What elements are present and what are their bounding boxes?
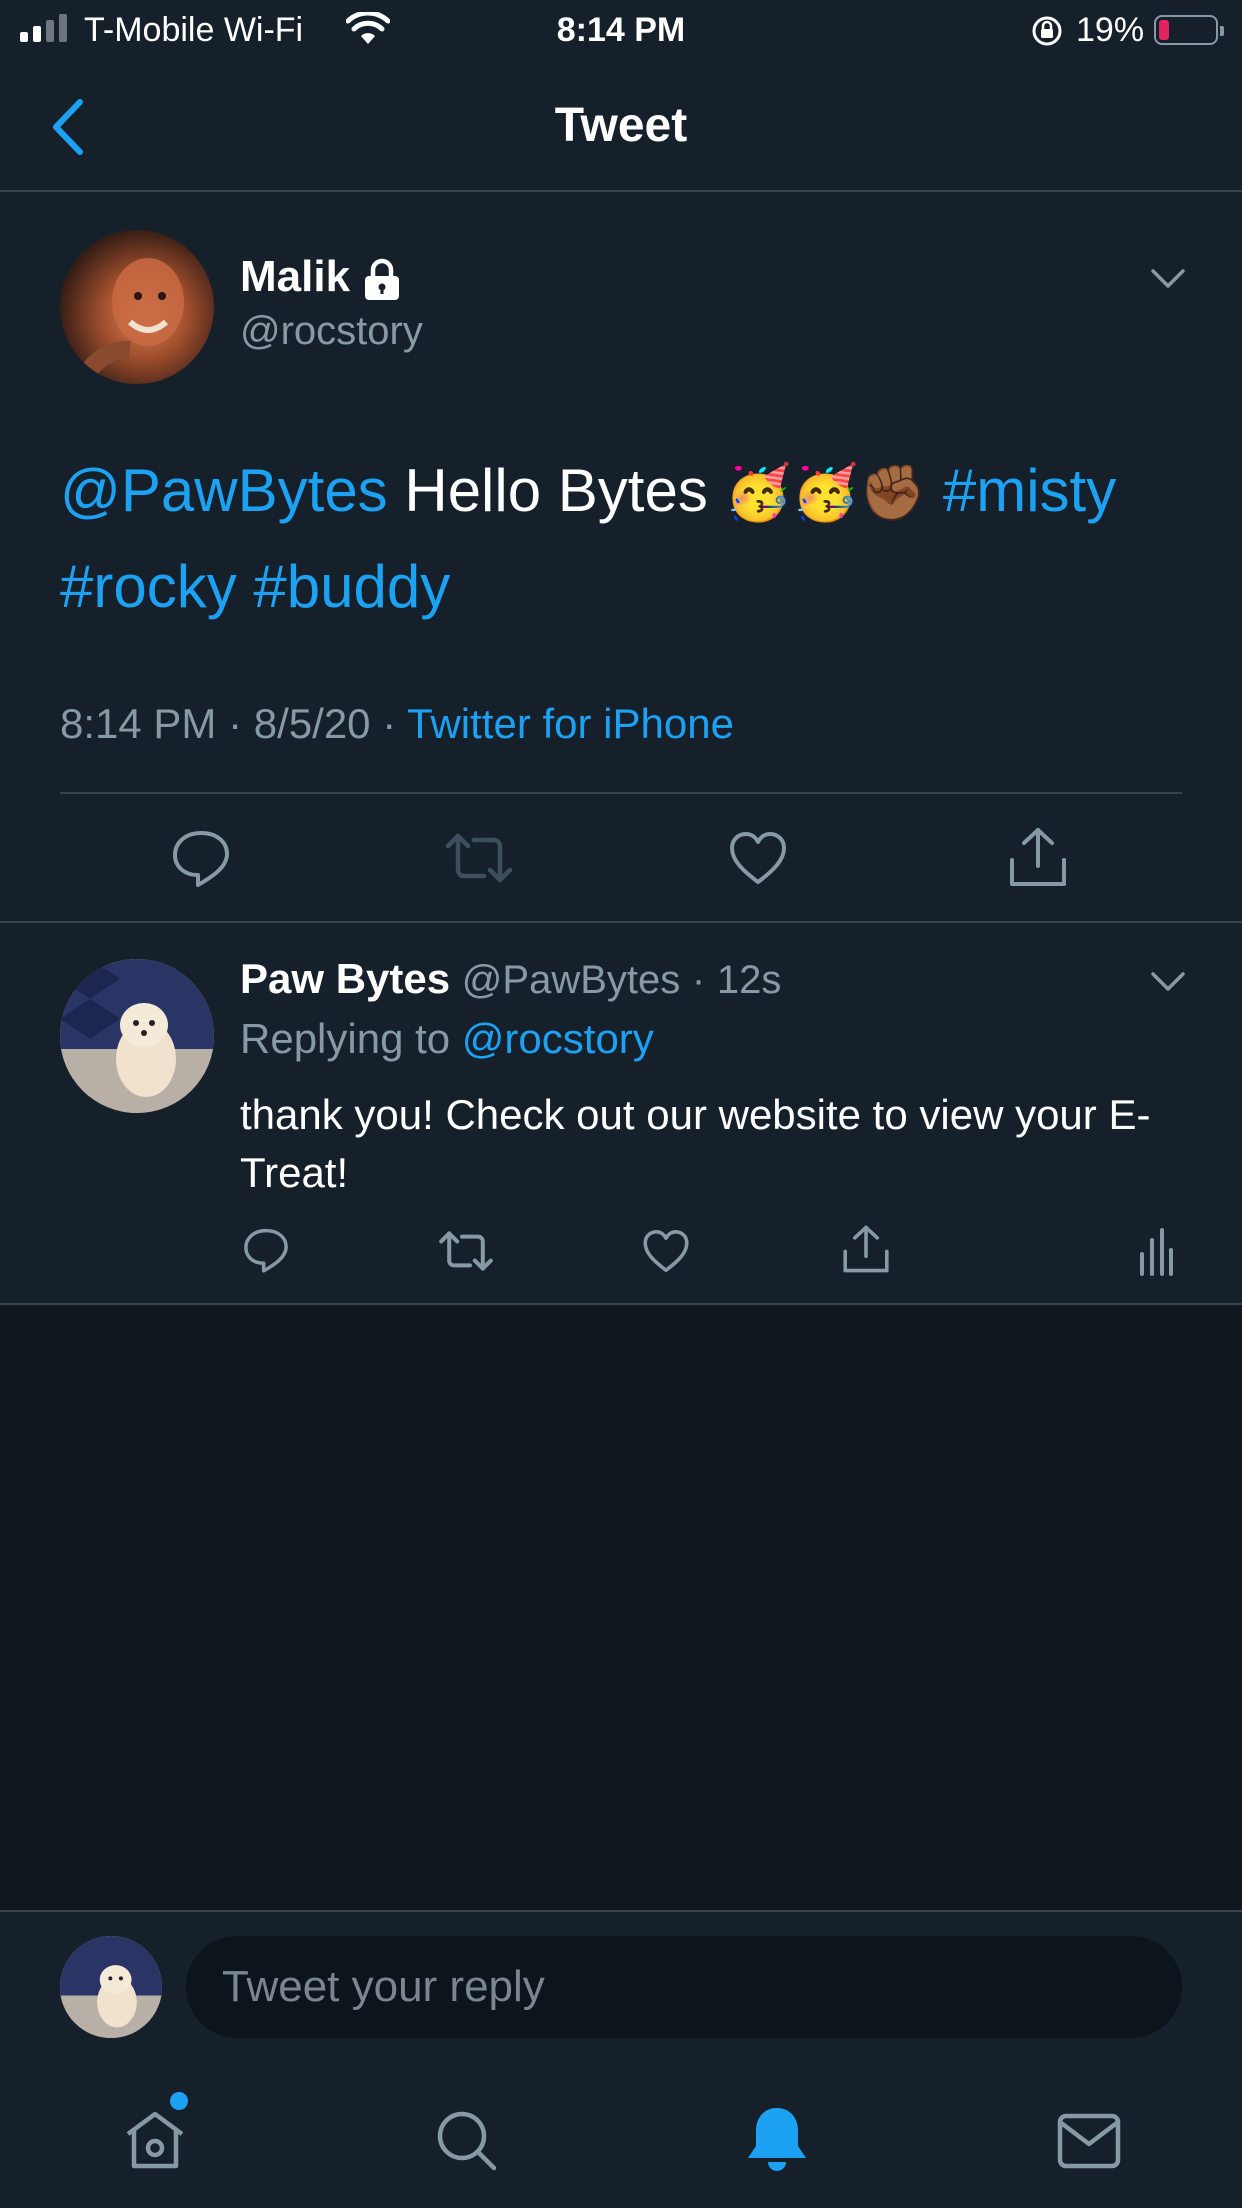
author-name[interactable]: Malik xyxy=(240,252,350,302)
bottom-bar xyxy=(0,1910,1242,2208)
reply-icon[interactable] xyxy=(170,828,232,888)
retweet-icon[interactable] xyxy=(438,1228,494,1274)
reply-text: thank you! Check out our website to view… xyxy=(240,1091,1151,1196)
nav-header: Tweet xyxy=(0,62,1242,192)
hashtag-link[interactable]: #misty xyxy=(943,457,1116,524)
reply-icon[interactable] xyxy=(242,1226,290,1274)
divider xyxy=(60,792,1182,794)
chevron-down-icon[interactable] xyxy=(1150,268,1186,290)
share-icon[interactable] xyxy=(842,1224,890,1274)
reply-header: Paw Bytes @PawBytes · 12s xyxy=(240,955,781,1003)
separator-dot: · xyxy=(382,700,397,747)
replying-to-label: Replying to xyxy=(240,1015,451,1062)
chevron-down-icon[interactable] xyxy=(1150,971,1186,993)
tweet-text: @PawBytes Hello Bytes 🥳🥳✊🏾 #misty #rocky… xyxy=(60,444,1190,634)
status-bar: T-Mobile Wi-Fi 8:14 PM 19% xyxy=(0,0,1242,62)
rotation-lock-icon xyxy=(1032,16,1062,46)
tweet-emojis: 🥳🥳✊🏾 xyxy=(724,461,927,524)
notification-dot xyxy=(170,2092,188,2110)
tweet-body-text: Hello Bytes xyxy=(387,457,725,524)
search-icon[interactable] xyxy=(434,2108,500,2174)
replying-to-link[interactable]: @rocstory xyxy=(462,1015,654,1062)
notifications-icon[interactable] xyxy=(744,2104,810,2174)
separator-dot: · xyxy=(228,700,243,747)
reply-input[interactable] xyxy=(186,1936,1182,2038)
lock-icon xyxy=(365,258,399,300)
home-icon[interactable] xyxy=(122,2108,188,2174)
like-icon[interactable] xyxy=(642,1228,690,1274)
battery-percent: 19% xyxy=(1076,11,1145,49)
analytics-icon[interactable] xyxy=(1138,1226,1174,1276)
reply-tweet[interactable]: Paw Bytes @PawBytes · 12s Replying to @r… xyxy=(0,923,1242,1303)
replying-to: Replying to @rocstory xyxy=(240,1015,654,1063)
tweet-meta: 8:14 PM · 8/5/20 · Twitter for iPhone xyxy=(60,700,734,748)
separator-dot: · xyxy=(691,958,706,1002)
tweet-date: 8/5/20 xyxy=(253,700,371,747)
tweet-time: 8:14 PM xyxy=(60,700,217,747)
page-title: Tweet xyxy=(554,99,688,152)
share-icon[interactable] xyxy=(1008,826,1068,888)
battery-icon xyxy=(1154,15,1224,45)
reply-author-avatar[interactable] xyxy=(60,959,214,1113)
hashtag-link[interactable]: #buddy xyxy=(253,553,450,620)
reply-author-name[interactable]: Paw Bytes xyxy=(240,955,450,1002)
like-icon[interactable] xyxy=(728,830,788,886)
reply-author-handle[interactable]: @PawBytes xyxy=(462,958,680,1002)
current-user-avatar xyxy=(60,1936,162,2038)
messages-icon[interactable] xyxy=(1056,2112,1122,2170)
hashtag-link[interactable]: #rocky xyxy=(60,553,237,620)
retweet-icon[interactable] xyxy=(444,830,514,886)
author-handle[interactable]: @rocstory xyxy=(240,309,423,354)
author-avatar[interactable] xyxy=(60,230,214,384)
tweet-source-link[interactable]: Twitter for iPhone xyxy=(407,700,734,747)
mention-link[interactable]: @PawBytes xyxy=(60,457,388,524)
reply-age: 12s xyxy=(716,958,782,1002)
empty-area xyxy=(0,1305,1242,1910)
